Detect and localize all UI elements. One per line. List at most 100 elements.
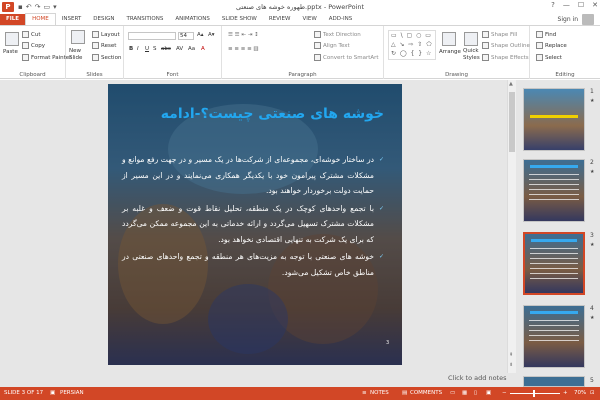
slide-thumbnail-2[interactable] — [523, 159, 585, 222]
sign-in-link[interactable]: Sign in — [558, 16, 578, 23]
paste-icon[interactable] — [5, 32, 19, 46]
list-buttons[interactable]: ☰ ☰ ⇤ ⇥ ↕ — [228, 32, 259, 38]
arrange-icon[interactable] — [442, 32, 456, 46]
font-color-button[interactable]: A — [201, 46, 205, 52]
slides-group: New Slide Layout Reset Section Slides — [66, 26, 124, 79]
shrink-font-button[interactable]: A▾ — [208, 32, 215, 38]
bold-button[interactable]: B — [129, 46, 133, 52]
tab-home[interactable]: HOME — [25, 13, 56, 25]
reading-view-icon[interactable]: ▯ — [474, 390, 477, 396]
slide-thumbnail-5[interactable] — [523, 376, 585, 387]
shape-fill-button[interactable]: Shape Fill — [482, 31, 517, 38]
language-indicator[interactable]: PERSIAN — [60, 390, 84, 396]
layout-icon — [92, 31, 99, 38]
next-slide-icon[interactable]: ⇟ — [509, 362, 513, 368]
shape-outline-label: Shape Outline — [491, 42, 530, 49]
status-bar: SLIDE 3 OF 17 ▣ PERSIAN ≡ NOTES ▤ COMMEN… — [0, 387, 600, 400]
shapes-gallery[interactable]: ▭ \ ▢ ○ ▭ △ ↘ ⇨ ⇧ ⬠ ↻ ◯ { } ☆ — [388, 30, 436, 60]
tab-animations[interactable]: ANIMATIONS — [169, 14, 216, 25]
animation-star-icon: ★ — [590, 242, 595, 248]
fit-to-window-icon[interactable]: ⊡ — [590, 390, 595, 396]
editing-group: Find Replace Select Editing — [530, 26, 600, 79]
avatar[interactable] — [582, 14, 594, 25]
notes-icon: ≡ — [362, 390, 367, 396]
font-name-combo[interactable] — [128, 32, 176, 40]
replace-button[interactable]: Replace — [536, 42, 567, 49]
tab-transitions[interactable]: TRANSITIONS — [120, 14, 169, 25]
grow-font-button[interactable]: A▴ — [197, 32, 204, 38]
shape-effects-button[interactable]: Shape Effects — [482, 54, 529, 61]
prev-slide-icon[interactable]: ⇞ — [509, 352, 513, 358]
paragraph-group: ☰ ☰ ⇤ ⇥ ↕ ≡ ≡ ≡ ≡ ▥ Text Direction Align… — [222, 26, 384, 79]
quick-styles-button[interactable]: Quick Styles — [463, 48, 480, 62]
slideshow-icon[interactable]: ▣ — [486, 390, 491, 396]
tab-view[interactable]: VIEW — [296, 14, 322, 25]
text-direction-label: Text Direction — [323, 31, 361, 38]
help-button[interactable]: ? — [551, 1, 555, 9]
reset-button[interactable]: Reset — [92, 42, 116, 49]
align-text-button[interactable]: Align Text — [314, 42, 350, 49]
notes-pane[interactable]: Click to add notes — [448, 374, 506, 382]
strikethrough-button[interactable]: abc — [161, 46, 171, 52]
section-button[interactable]: Section — [92, 54, 121, 61]
normal-view-icon[interactable]: ▭ — [450, 390, 455, 396]
vertical-scrollbar[interactable]: ▲ ⇞ ⇟ — [507, 80, 516, 373]
current-slide[interactable]: خوشه های صنعتی چیست؟-ادامه در ساختار خوش… — [108, 84, 402, 365]
tab-add-ins[interactable]: ADD-INS — [323, 14, 358, 25]
scrollbar-thumb[interactable] — [509, 92, 515, 152]
spelling-icon[interactable]: ▣ — [50, 390, 55, 396]
zoom-in-button[interactable]: + — [563, 390, 568, 396]
comments-button[interactable]: COMMENTS — [410, 390, 442, 396]
thumbnail-text-line — [529, 325, 579, 326]
text-direction-button[interactable]: Text Direction — [314, 31, 361, 38]
shape-outline-button[interactable]: Shape Outline — [482, 42, 530, 49]
format-painter-button[interactable]: Format Painter — [22, 54, 71, 61]
animation-star-icon: ★ — [590, 315, 595, 321]
underline-button[interactable]: U — [145, 46, 149, 52]
slide-thumbnail-1[interactable] — [523, 88, 585, 151]
zoom-slider[interactable] — [510, 393, 560, 394]
align-buttons[interactable]: ≡ ≡ ≡ ≡ ▥ — [228, 46, 259, 52]
thumbnail-text-line — [530, 268, 578, 269]
new-slide-button[interactable]: New Slide — [69, 48, 91, 62]
layout-button[interactable]: Layout — [92, 31, 120, 38]
align-text-icon — [314, 42, 321, 49]
tab-design[interactable]: DESIGN — [87, 14, 120, 25]
maximize-button[interactable]: ☐ — [578, 1, 584, 9]
thumbnail-number: 4 — [590, 305, 594, 312]
find-button[interactable]: Find — [536, 31, 556, 38]
font-size-combo[interactable]: 54 — [178, 32, 194, 40]
shape-effects-label: Shape Effects — [491, 54, 529, 61]
notes-button[interactable]: NOTES — [370, 390, 389, 396]
slide-body[interactable]: در ساختار خوشه‌ای، مجموعه‌ای از شرکت‌ها … — [122, 152, 384, 282]
cut-button[interactable]: Cut — [22, 31, 40, 38]
tab-review[interactable]: REVIEW — [263, 14, 297, 25]
slide-thumbnail-3[interactable] — [523, 232, 585, 295]
convert-smartart-button[interactable]: Convert to SmartArt — [314, 54, 379, 61]
font-group-label: Font — [166, 72, 179, 78]
char-spacing-button[interactable]: AV — [176, 46, 183, 52]
slide-sorter-icon[interactable]: ▦ — [462, 390, 467, 396]
tab-insert[interactable]: INSERT — [56, 14, 87, 25]
close-button[interactable]: ✕ — [592, 1, 598, 9]
tab-slide-show[interactable]: SLIDE SHOW — [216, 14, 263, 25]
animation-star-icon: ★ — [590, 98, 595, 104]
new-slide-icon[interactable] — [71, 30, 85, 44]
copy-button[interactable]: Copy — [22, 42, 45, 49]
arrange-button[interactable]: Arrange — [439, 49, 461, 55]
zoom-level[interactable]: 70% — [574, 390, 586, 396]
select-button[interactable]: Select — [536, 54, 562, 61]
quick-styles-icon[interactable] — [464, 32, 478, 46]
change-case-button[interactable]: Aa — [188, 46, 195, 52]
zoom-slider-handle[interactable] — [533, 390, 535, 397]
scroll-up-icon[interactable]: ▲ — [509, 81, 513, 87]
italic-button[interactable]: I — [137, 46, 139, 52]
slide-title[interactable]: خوشه های صنعتی چیست؟-ادامه — [124, 106, 384, 122]
slide-thumbnail-4[interactable] — [523, 305, 585, 368]
tab-file[interactable]: FILE — [0, 14, 26, 25]
paste-button[interactable]: Paste — [3, 49, 18, 55]
shadow-button[interactable]: S — [153, 46, 157, 52]
minimize-button[interactable]: — — [563, 1, 570, 9]
zoom-out-button[interactable]: − — [502, 390, 507, 396]
thumbnail-number: 5 — [590, 377, 594, 384]
